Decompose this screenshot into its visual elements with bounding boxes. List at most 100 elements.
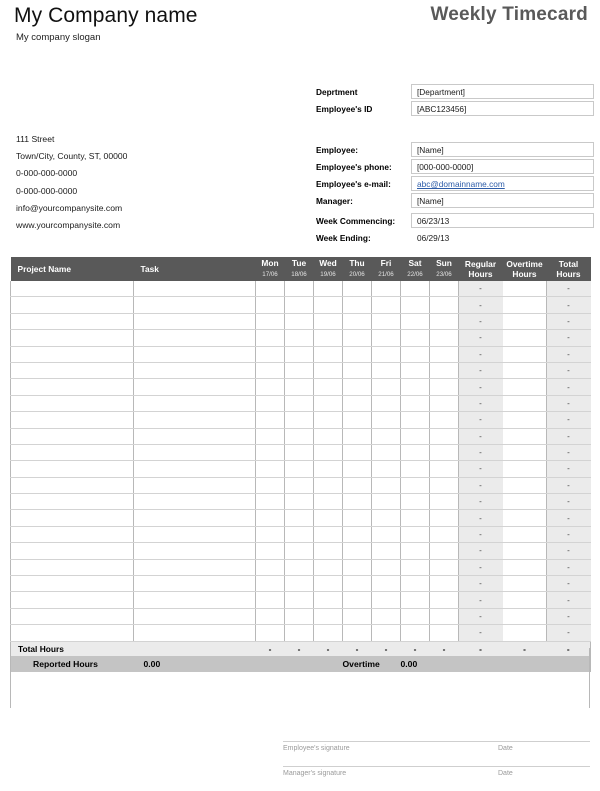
cell-hours-thu[interactable] [342,378,372,396]
cell-hours-wed[interactable] [313,444,343,462]
cell-hours-tue[interactable] [284,428,314,445]
cell-hours-sat[interactable] [400,378,430,396]
cell-hours-sun[interactable] [429,378,459,396]
cell-hours-sun[interactable] [429,362,459,380]
cell-hours-sun[interactable] [429,493,459,511]
cell-project-name[interactable] [10,444,134,462]
cell-hours-sun[interactable] [429,575,459,593]
cell-task[interactable] [133,362,256,380]
employee-id-input[interactable]: [ABC123456] [411,101,594,116]
cell-hours-wed[interactable] [313,313,343,331]
cell-hours-wed[interactable] [313,296,343,314]
cell-hours-wed[interactable] [313,559,343,577]
cell-hours-sun[interactable] [429,346,459,363]
cell-project-name[interactable] [10,509,134,527]
cell-hours-thu[interactable] [342,608,372,626]
cell-hours-sat[interactable] [400,329,430,347]
table-row[interactable]: -- [10,346,591,363]
cell-task[interactable] [133,428,256,445]
cell-hours-mon[interactable] [255,444,285,462]
cell-hours-mon[interactable] [255,509,285,527]
cell-hours-fri[interactable] [371,542,401,560]
table-row[interactable]: -- [10,411,591,429]
cell-hours-wed[interactable] [313,395,343,413]
department-input[interactable]: [Department] [411,84,594,99]
cell-hours-tue[interactable] [284,395,314,413]
cell-hours-thu[interactable] [342,460,372,478]
table-row[interactable]: -- [10,428,591,445]
cell-project-name[interactable] [10,346,134,363]
cell-task[interactable] [133,346,256,363]
cell-hours-sat[interactable] [400,608,430,626]
table-row[interactable]: -- [10,296,591,314]
cell-hours-tue[interactable] [284,526,314,544]
cell-hours-sun[interactable] [429,460,459,478]
cell-hours-mon[interactable] [255,460,285,478]
cell-hours-fri[interactable] [371,509,401,527]
cell-hours-sun[interactable] [429,444,459,462]
cell-project-name[interactable] [10,477,134,495]
cell-hours-thu[interactable] [342,296,372,314]
cell-hours-fri[interactable] [371,411,401,429]
cell-hours-thu[interactable] [342,591,372,609]
cell-hours-fri[interactable] [371,526,401,544]
employee-phone-input[interactable]: [000-000-0000] [411,159,594,174]
cell-hours-wed[interactable] [313,378,343,396]
table-row[interactable]: -- [10,526,591,544]
cell-project-name[interactable] [10,559,134,577]
cell-hours-wed[interactable] [313,575,343,593]
cell-overtime-hours[interactable] [502,428,547,445]
cell-overtime-hours[interactable] [502,296,547,314]
employee-email-input[interactable]: abc@domainname.com [411,176,594,191]
cell-hours-mon[interactable] [255,493,285,511]
cell-hours-mon[interactable] [255,526,285,544]
cell-task[interactable] [133,559,256,577]
cell-hours-tue[interactable] [284,296,314,314]
cell-hours-sat[interactable] [400,542,430,560]
cell-hours-mon[interactable] [255,281,285,298]
cell-project-name[interactable] [10,608,134,626]
cell-task[interactable] [133,575,256,593]
cell-hours-wed[interactable] [313,608,343,626]
cell-overtime-hours[interactable] [502,362,547,380]
cell-hours-wed[interactable] [313,509,343,527]
table-row[interactable]: -- [10,542,591,560]
cell-hours-tue[interactable] [284,624,314,642]
table-row[interactable]: -- [10,477,591,495]
cell-project-name[interactable] [10,296,134,314]
cell-hours-sat[interactable] [400,346,430,363]
cell-task[interactable] [133,329,256,347]
cell-hours-wed[interactable] [313,591,343,609]
table-row[interactable]: -- [10,493,591,511]
cell-project-name[interactable] [10,460,134,478]
cell-hours-fri[interactable] [371,329,401,347]
cell-hours-sat[interactable] [400,428,430,445]
cell-hours-mon[interactable] [255,346,285,363]
cell-hours-tue[interactable] [284,477,314,495]
cell-project-name[interactable] [10,493,134,511]
cell-hours-mon[interactable] [255,591,285,609]
cell-hours-sun[interactable] [429,624,459,642]
cell-hours-sat[interactable] [400,526,430,544]
cell-hours-sat[interactable] [400,509,430,527]
cell-hours-sun[interactable] [429,428,459,445]
cell-project-name[interactable] [10,411,134,429]
cell-hours-fri[interactable] [371,378,401,396]
cell-hours-sun[interactable] [429,608,459,626]
cell-hours-sat[interactable] [400,313,430,331]
cell-hours-thu[interactable] [342,509,372,527]
cell-hours-thu[interactable] [342,346,372,363]
cell-project-name[interactable] [10,281,134,298]
cell-hours-fri[interactable] [371,493,401,511]
cell-hours-mon[interactable] [255,411,285,429]
cell-hours-sun[interactable] [429,509,459,527]
cell-task[interactable] [133,624,256,642]
cell-hours-fri[interactable] [371,362,401,380]
cell-hours-tue[interactable] [284,591,314,609]
table-row[interactable]: -- [10,395,591,413]
cell-hours-tue[interactable] [284,493,314,511]
cell-hours-wed[interactable] [313,460,343,478]
cell-hours-sun[interactable] [429,329,459,347]
cell-hours-fri[interactable] [371,460,401,478]
cell-hours-fri[interactable] [371,296,401,314]
